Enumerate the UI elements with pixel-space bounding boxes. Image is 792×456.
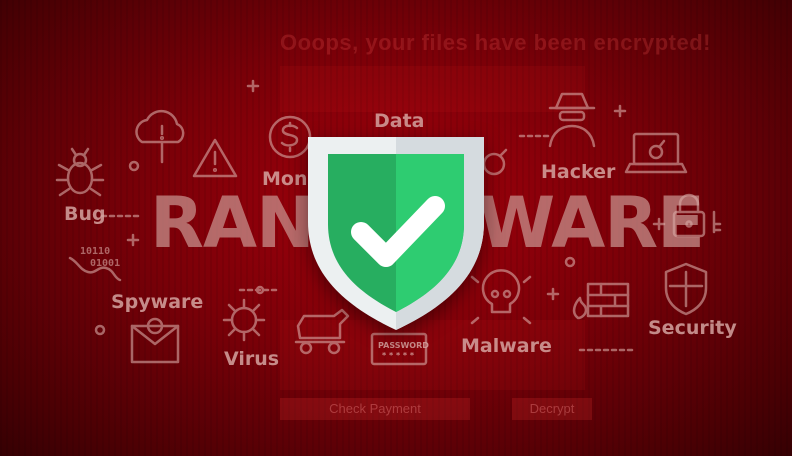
bomb-icon	[482, 148, 508, 176]
virus-icon	[222, 298, 266, 342]
password-mask: * * * * *	[382, 351, 415, 360]
worm-icon	[68, 256, 122, 282]
email-icon	[130, 317, 180, 364]
bug-icon	[55, 147, 105, 197]
padlock-icon	[672, 193, 722, 238]
hacker-icon	[548, 92, 596, 148]
warning-icon	[192, 138, 238, 178]
laptop-bomb-icon	[624, 132, 688, 174]
hero-image: Ooops, your files have been encrypted! C…	[0, 0, 792, 456]
cloud-alert-icon	[135, 109, 185, 164]
firewall-icon	[572, 282, 630, 320]
password-label: PASSWORD	[378, 341, 429, 350]
money-icon	[268, 115, 312, 159]
crest-shield-icon	[664, 262, 708, 316]
shield-check-icon	[308, 137, 484, 330]
